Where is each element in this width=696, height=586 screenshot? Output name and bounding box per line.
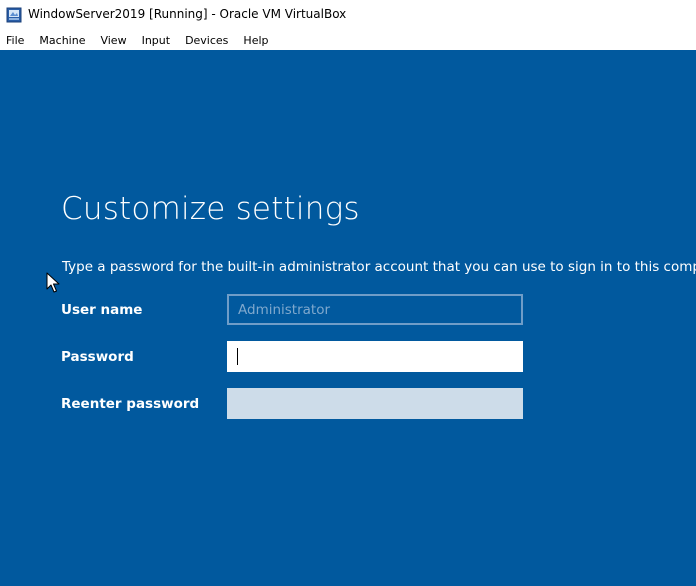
virtualbox-window: WindowServer2019 [Running] - Oracle VM V… <box>0 0 696 586</box>
menu-bar: File Machine View Input Devices Help <box>0 31 696 50</box>
password-label: Password <box>61 349 134 365</box>
menu-help[interactable]: Help <box>240 34 273 47</box>
title-bar[interactable]: WindowServer2019 [Running] - Oracle VM V… <box>0 0 696 31</box>
window-title: WindowServer2019 [Running] - Oracle VM V… <box>28 7 347 21</box>
username-field: Administrator <box>227 294 523 325</box>
menu-input[interactable]: Input <box>139 34 175 47</box>
reenter-password-label: Reenter password <box>61 396 200 412</box>
page-description: Type a password for the built-in adminis… <box>62 259 696 275</box>
password-field[interactable] <box>227 341 523 372</box>
text-caret <box>237 348 238 365</box>
menu-devices[interactable]: Devices <box>182 34 233 47</box>
menu-file[interactable]: File <box>3 34 29 47</box>
mouse-pointer-icon <box>46 272 60 294</box>
username-label: User name <box>61 302 143 318</box>
page-title: Customize settings <box>61 191 360 227</box>
reenter-password-field[interactable] <box>227 388 523 419</box>
username-placeholder: Administrator <box>238 301 331 318</box>
guest-screen[interactable]: Customize settings Type a password for t… <box>0 50 696 586</box>
virtualbox-icon <box>6 7 22 23</box>
menu-machine[interactable]: Machine <box>36 34 90 47</box>
menu-view[interactable]: View <box>97 34 131 47</box>
